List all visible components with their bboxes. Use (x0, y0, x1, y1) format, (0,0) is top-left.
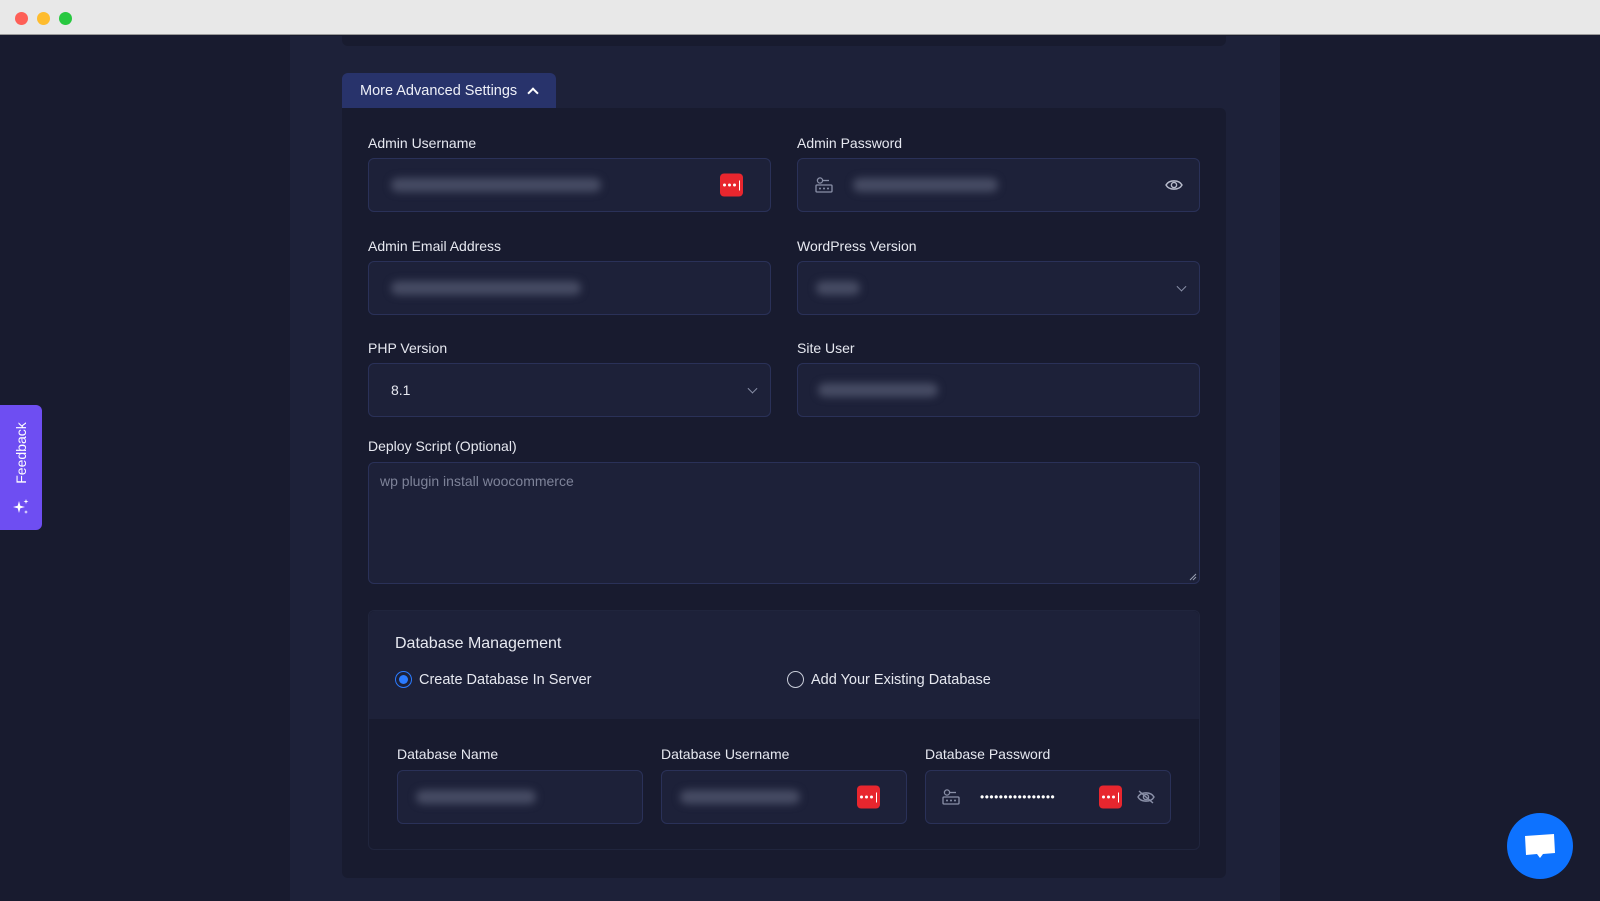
deploy-script-label: Deploy Script (Optional) (368, 438, 517, 454)
php-version-label: PHP Version (368, 340, 448, 356)
radio-create-database-label: Create Database In Server (419, 671, 592, 688)
live-chat-button[interactable] (1507, 813, 1573, 879)
admin-username-input[interactable] (368, 158, 771, 212)
more-advanced-settings-label: More Advanced Settings (360, 82, 518, 99)
chevron-up-icon (527, 86, 539, 99)
php-version-select[interactable]: 8.1 (368, 363, 771, 417)
password-manager-icon[interactable] (857, 785, 880, 809)
chevron-down-icon (1176, 281, 1187, 292)
database-username-label: Database Username (661, 746, 790, 762)
database-password-label: Database Password (925, 746, 1051, 762)
deploy-script-textarea[interactable]: wp plugin install woocommerce (368, 462, 1200, 584)
main-column: More Advanced Settings Admin Username Ad… (290, 36, 1280, 901)
maximize-window-button[interactable] (59, 12, 72, 25)
database-password-input[interactable]: •••••••••••••••• (925, 770, 1171, 824)
advanced-settings-panel: Admin Username Admin Password Admin Emai… (342, 108, 1226, 878)
database-management-header: Database Management Create Database In S… (369, 611, 1199, 719)
database-username-input[interactable] (661, 770, 907, 824)
more-advanced-settings-toggle[interactable]: More Advanced Settings (342, 73, 556, 108)
radio-unselected-icon (787, 671, 804, 688)
admin-email-value-blurred (391, 281, 581, 295)
previous-section-card (342, 36, 1226, 46)
resize-handle-icon[interactable] (1189, 573, 1197, 581)
radio-existing-database-label: Add Your Existing Database (811, 671, 991, 688)
key-generator-icon[interactable] (942, 789, 960, 805)
database-name-value-blurred (416, 790, 536, 804)
radio-create-database[interactable]: Create Database In Server (395, 671, 591, 688)
feedback-tab[interactable]: Feedback (0, 405, 42, 530)
radio-existing-database[interactable]: Add Your Existing Database (787, 671, 991, 688)
feedback-label: Feedback (13, 422, 29, 484)
window-titlebar (0, 0, 1600, 35)
admin-username-label: Admin Username (368, 135, 477, 151)
deploy-script-placeholder: wp plugin install woocommerce (380, 473, 574, 489)
password-manager-icon[interactable] (720, 173, 743, 197)
admin-password-value-blurred (853, 178, 998, 192)
site-user-label: Site User (797, 340, 855, 356)
key-generator-icon[interactable] (815, 177, 833, 193)
wordpress-version-value-blurred (816, 281, 860, 295)
minimize-window-button[interactable] (37, 12, 50, 25)
chat-bubble-icon (1525, 834, 1555, 858)
database-management-title: Database Management (395, 635, 562, 652)
admin-password-input[interactable] (797, 158, 1200, 212)
close-window-button[interactable] (15, 12, 28, 25)
chevron-down-icon (747, 383, 758, 394)
radio-selected-icon (395, 671, 412, 688)
php-version-value: 8.1 (391, 382, 411, 398)
wordpress-version-select[interactable] (797, 261, 1200, 315)
password-manager-icon[interactable] (1099, 785, 1122, 809)
admin-username-value-blurred (391, 178, 601, 192)
site-user-input[interactable] (797, 363, 1200, 417)
database-username-value-blurred (680, 790, 800, 804)
site-user-value-blurred (818, 383, 938, 397)
database-password-value: •••••••••••••••• (980, 790, 1056, 804)
admin-password-label: Admin Password (797, 135, 903, 151)
database-name-input[interactable] (397, 770, 643, 824)
hide-password-eye-off-icon[interactable] (1137, 790, 1155, 804)
show-password-eye-icon[interactable] (1165, 178, 1183, 192)
database-name-label: Database Name (397, 746, 499, 762)
wordpress-version-label: WordPress Version (797, 238, 917, 254)
admin-email-input[interactable] (368, 261, 771, 315)
admin-email-label: Admin Email Address (368, 238, 502, 254)
database-management-section: Database Management Create Database In S… (368, 610, 1200, 850)
sparkles-icon (13, 499, 29, 514)
